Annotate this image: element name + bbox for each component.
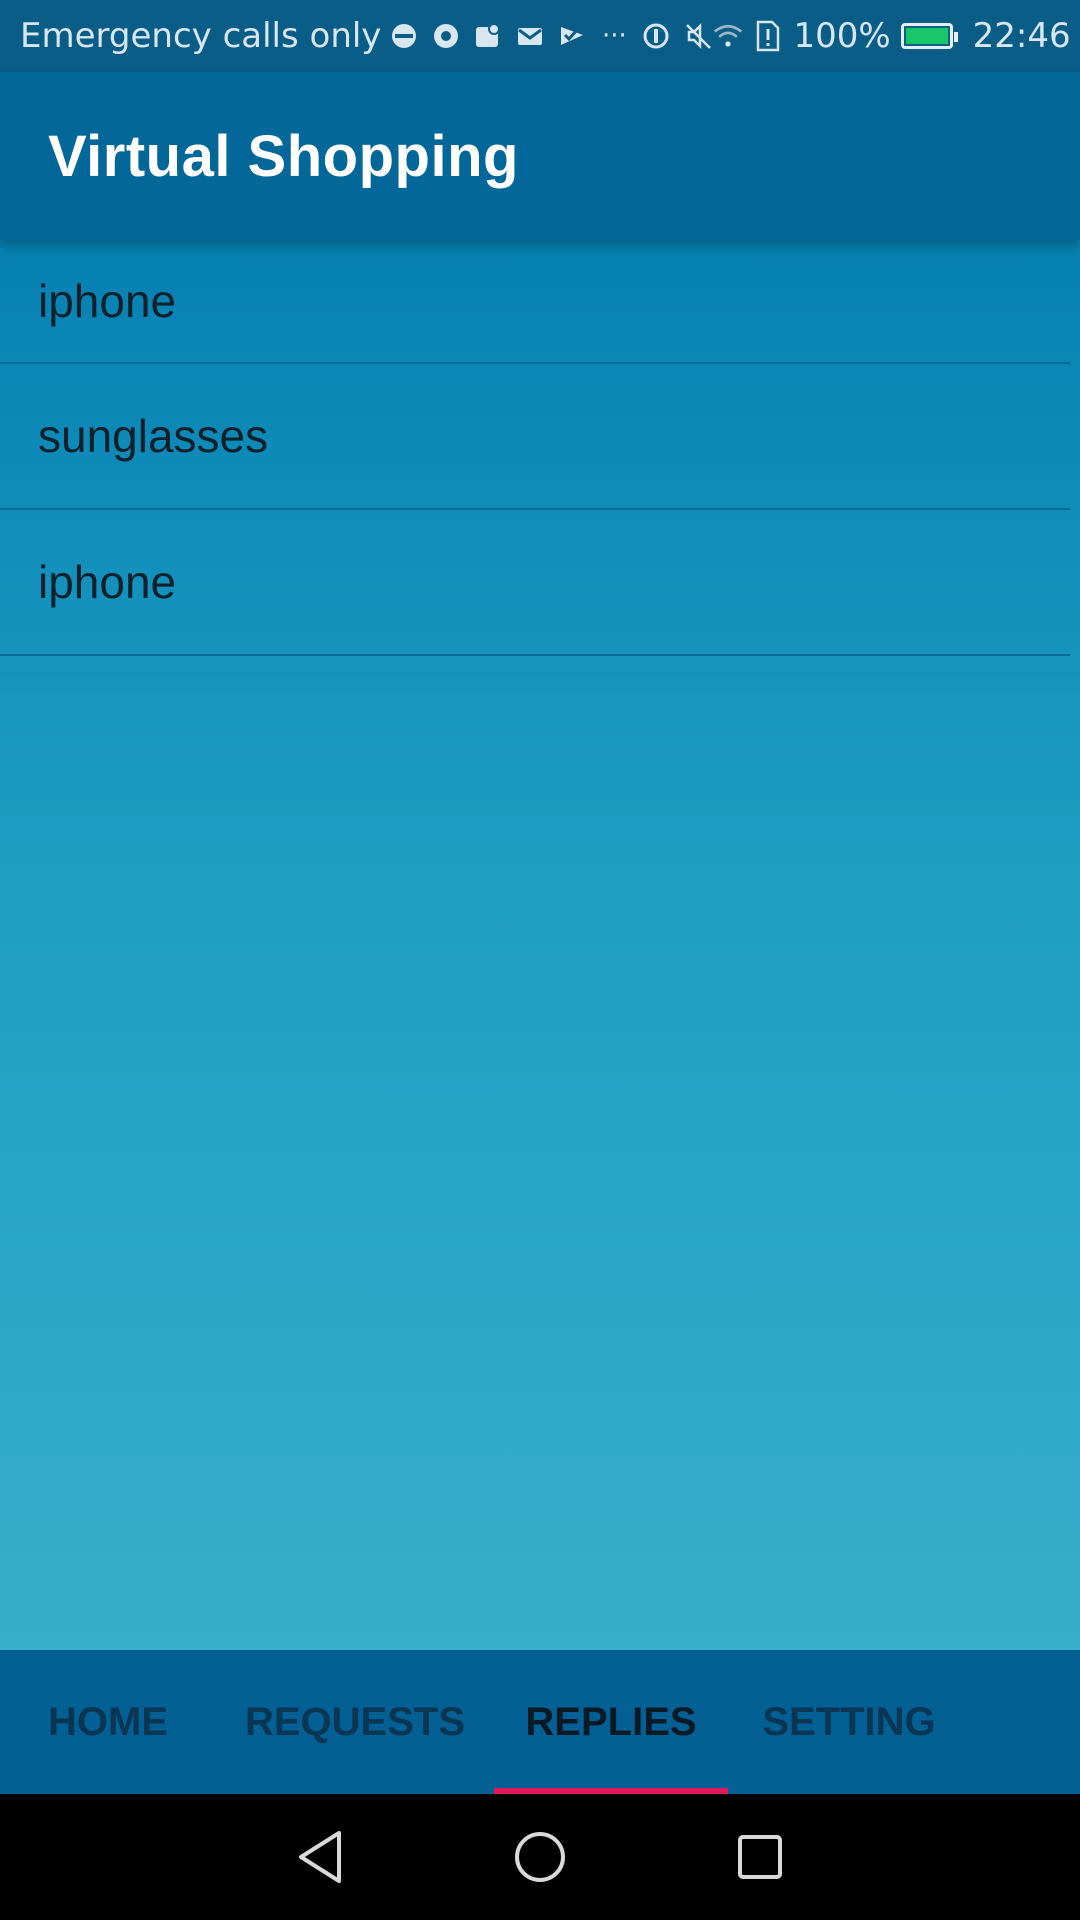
clock: 22:46 — [972, 16, 1071, 56]
app-bar: Virtual Shopping — [0, 72, 1080, 240]
tab-requests[interactable]: REQUESTS — [216, 1650, 494, 1794]
sim-alert-icon — [753, 20, 783, 52]
gmail-icon — [515, 21, 545, 51]
list-item-label: iphone — [38, 275, 177, 327]
bottom-tab-bar: HOME REQUESTS REPLIES SETTING — [0, 1650, 1080, 1794]
app-title: Virtual Shopping — [48, 123, 519, 189]
battery-fill — [905, 28, 948, 44]
list-item-label: sunglasses — [38, 410, 269, 462]
system-navigation-bar — [0, 1794, 1080, 1920]
carrier-text: Emergency calls only — [20, 16, 382, 56]
tab-replies-label: REPLIES — [525, 1699, 697, 1744]
tab-setting-label: SETTING — [762, 1699, 936, 1744]
list-item-label: iphone — [38, 556, 177, 608]
tab-home[interactable]: HOME — [0, 1650, 216, 1794]
more-icon: ··· — [602, 21, 627, 51]
back-icon[interactable] — [290, 1827, 350, 1887]
battery-percent: 100% — [793, 16, 891, 56]
status-bar: Emergency calls only ··· 100% 22:46 — [0, 0, 1080, 72]
tab-replies[interactable]: REPLIES — [494, 1650, 728, 1794]
chrome-icon — [431, 21, 461, 51]
battery-icon — [900, 23, 958, 49]
maps-icon — [473, 21, 503, 51]
tab-requests-label: REQUESTS — [244, 1699, 466, 1744]
tab-setting[interactable]: SETTING — [728, 1650, 970, 1794]
home-circle-icon[interactable] — [510, 1827, 570, 1887]
recents-square-icon[interactable] — [730, 1827, 790, 1887]
list-item[interactable]: iphone — [0, 510, 1070, 656]
status-right: 100% 22:46 — [713, 16, 1071, 56]
data-saver-icon — [641, 21, 671, 51]
replies-list[interactable]: iphone sunglasses iphone — [0, 240, 1080, 1650]
mute-icon — [683, 21, 713, 51]
wifi-icon — [713, 21, 743, 51]
list-item[interactable]: iphone — [0, 240, 1070, 364]
check-icon — [557, 21, 587, 51]
notification-icons: ··· — [389, 21, 713, 51]
notification-icon — [389, 21, 419, 51]
tab-home-label: HOME — [48, 1699, 168, 1744]
list-item[interactable]: sunglasses — [0, 364, 1070, 510]
